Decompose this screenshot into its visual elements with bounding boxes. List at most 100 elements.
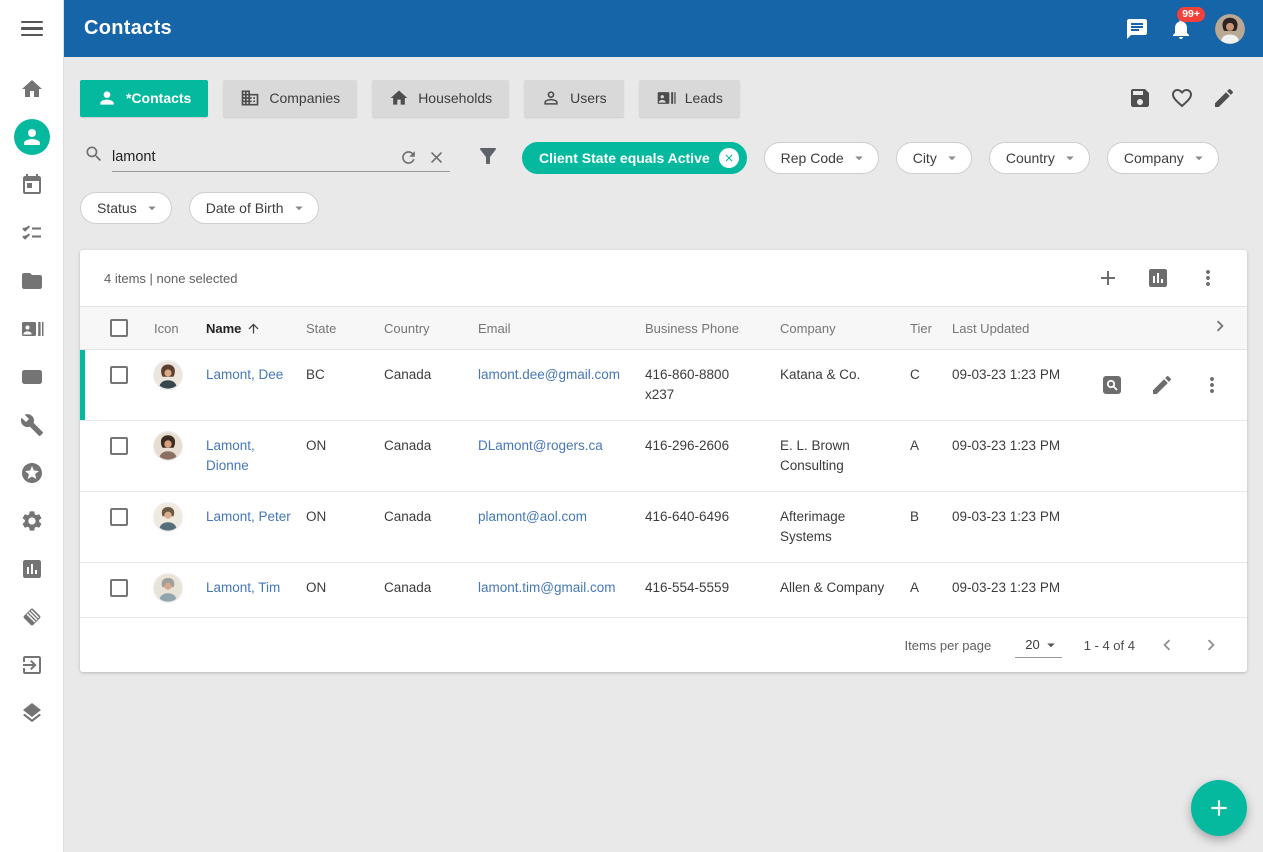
menu-icon[interactable] [0, 0, 64, 57]
table-row[interactable]: Lamont, Dionne ON Canada DLamont@rogers.… [80, 421, 1247, 492]
previous-page-button[interactable] [1145, 625, 1189, 665]
contact-photo [154, 361, 182, 389]
pencil-icon [1212, 86, 1236, 110]
edit-record-button[interactable] [1137, 367, 1187, 403]
sidebar-item-tags[interactable] [8, 593, 56, 641]
row-more-menu[interactable] [1187, 367, 1237, 403]
sidebar-item-favorites[interactable] [8, 449, 56, 497]
filter-chip-date-of-birth[interactable]: Date of Birth [189, 192, 319, 224]
sidebar-item-tools[interactable] [8, 401, 56, 449]
select-all-checkbox[interactable] [110, 319, 128, 337]
column-header-business-phone[interactable]: Business Phone [645, 321, 780, 336]
contacts-icon [20, 125, 44, 149]
chevron-right-icon [1200, 634, 1222, 656]
edit-view-button[interactable] [1203, 78, 1245, 118]
tab-users[interactable]: Users [524, 80, 624, 117]
column-header-company[interactable]: Company [780, 321, 910, 336]
row-checkbox[interactable] [110, 437, 128, 455]
layers-icon [20, 701, 44, 725]
search-input[interactable] [112, 145, 394, 169]
column-header-tier[interactable]: Tier [910, 321, 952, 336]
chat-icon[interactable] [1115, 9, 1159, 49]
notifications-bell-icon[interactable]: 99+ [1159, 9, 1203, 49]
tab-label: Leads [685, 90, 723, 106]
next-page-button[interactable] [1189, 625, 1233, 665]
contact-name-link[interactable]: Lamont, Peter [206, 507, 306, 527]
sidebar-item-leads[interactable] [8, 305, 56, 353]
clear-search-icon[interactable] [422, 145, 450, 169]
filter-chip-country[interactable]: Country [989, 142, 1090, 174]
phone-cell: 416-296-2606 [645, 436, 780, 456]
state-cell: ON [306, 507, 384, 527]
favorite-view-button[interactable] [1161, 78, 1203, 118]
company-cell: Afterimage Systems [780, 507, 910, 547]
items-per-page-label: Items per page [905, 638, 992, 653]
page-range: 1 - 4 of 4 [1084, 638, 1135, 653]
column-header-icon[interactable]: Icon [154, 321, 206, 336]
contact-photo [154, 503, 182, 531]
sidebar-item-home[interactable] [8, 65, 56, 113]
table-row[interactable]: Lamont, Peter ON Canada plamont@aol.com … [80, 492, 1247, 563]
save-view-button[interactable] [1119, 78, 1161, 118]
last-updated-cell: 09-03-23 1:23 PM [952, 436, 1102, 456]
gear-icon [20, 509, 44, 533]
filter-funnel-icon[interactable] [476, 144, 500, 173]
column-header-name[interactable]: Name [206, 321, 306, 336]
column-header-state[interactable]: State [306, 321, 384, 336]
contact-name-link[interactable]: Lamont, Dee [206, 365, 306, 385]
active-filter-chip[interactable]: Client State equals Active [522, 142, 747, 174]
chevron-left-icon [1156, 634, 1178, 656]
chevron-down-icon [850, 149, 868, 167]
expand-columns-icon[interactable] [1209, 315, 1231, 342]
tier-cell: A [910, 436, 952, 456]
filter-chip-status[interactable]: Status [80, 192, 172, 224]
company-cell: Allen & Company [780, 578, 910, 598]
page-size-select[interactable]: 20 [1015, 633, 1061, 658]
content-area: *Contacts Companies Households Users Lea… [64, 57, 1263, 852]
user-avatar[interactable] [1215, 14, 1245, 44]
email-link[interactable]: lamont.dee@gmail.com [478, 365, 645, 385]
tab-contacts[interactable]: *Contacts [80, 80, 208, 117]
sidebar-item-documents[interactable] [8, 257, 56, 305]
row-checkbox[interactable] [110, 579, 128, 597]
column-header-email[interactable]: Email [478, 321, 645, 336]
preview-record-button[interactable] [1087, 367, 1137, 403]
sidebar-item-settings[interactable] [8, 497, 56, 545]
table-row[interactable]: Lamont, Dee BC Canada lamont.dee@gmail.c… [80, 350, 1247, 421]
filter-row-2: Status Date of Birth [64, 191, 1263, 225]
tab-households[interactable]: Households [372, 80, 509, 117]
add-record-button[interactable] [1083, 258, 1133, 298]
refresh-icon[interactable] [394, 145, 422, 169]
column-header-country[interactable]: Country [384, 321, 478, 336]
sidebar-item-tasks[interactable] [8, 209, 56, 257]
chart-view-button[interactable] [1133, 258, 1183, 298]
table-more-menu[interactable] [1183, 258, 1233, 298]
column-header-last-updated[interactable]: Last Updated [952, 321, 1102, 336]
add-contact-fab[interactable] [1191, 780, 1247, 836]
filter-chip-company[interactable]: Company [1107, 142, 1219, 174]
sidebar-nav: $ [8, 65, 56, 737]
email-link[interactable]: plamont@aol.com [478, 507, 645, 527]
sidebar-item-exit[interactable] [8, 641, 56, 689]
contact-name-link[interactable]: Lamont, Tim [206, 578, 306, 598]
filter-chip-city[interactable]: City [896, 142, 972, 174]
sidebar-item-contacts[interactable] [8, 113, 56, 161]
chevron-down-icon [290, 199, 308, 217]
table-row[interactable]: Lamont, Tim ON Canada lamont.tim@gmail.c… [80, 563, 1247, 618]
filter-chip-rep-code[interactable]: Rep Code [764, 142, 879, 174]
chevron-down-icon [1190, 149, 1208, 167]
remove-filter-icon[interactable] [719, 148, 739, 168]
email-link[interactable]: DLamont@rogers.ca [478, 436, 645, 456]
tab-companies[interactable]: Companies [223, 80, 357, 117]
sidebar-item-calendar[interactable] [8, 161, 56, 209]
email-link[interactable]: lamont.tim@gmail.com [478, 578, 645, 598]
contact-name-link[interactable]: Lamont, Dionne [206, 436, 306, 476]
row-checkbox[interactable] [110, 366, 128, 384]
contact-card-icon [20, 317, 44, 341]
row-checkbox[interactable] [110, 508, 128, 526]
sidebar-item-reports[interactable] [8, 545, 56, 593]
tab-leads[interactable]: Leads [639, 80, 740, 117]
sidebar-item-layers[interactable] [8, 689, 56, 737]
invoice-icon: $ [20, 365, 44, 389]
sidebar-item-billing[interactable]: $ [8, 353, 56, 401]
